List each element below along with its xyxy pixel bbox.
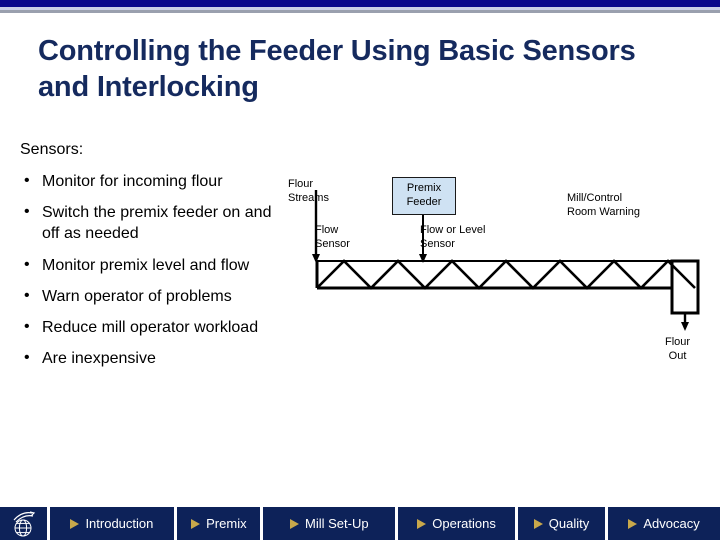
nav-item-label: Quality xyxy=(548,516,590,531)
label-flow-or-level-sensor: Flow or Level Sensor xyxy=(420,224,486,250)
label-flour-out: Flour Out xyxy=(665,336,691,362)
section-heading: Sensors: xyxy=(20,141,84,158)
list-item: Are inexpensive xyxy=(18,347,290,369)
play-arrow-icon xyxy=(191,518,201,529)
premix-feeder-box: Premix Feeder xyxy=(392,177,456,215)
process-diagram: Flour Streams Premix Feeder Flow Sensor … xyxy=(280,168,720,388)
play-arrow-icon xyxy=(628,518,638,529)
play-arrow-icon xyxy=(290,518,299,529)
list-item: Switch the premix feeder on and off as n… xyxy=(18,201,290,244)
nav-item-label: Introduction xyxy=(85,516,154,531)
nav-item-introduction[interactable]: Introduction xyxy=(49,507,175,540)
flour-out-arrowhead xyxy=(681,322,689,331)
play-arrow-icon xyxy=(417,518,427,529)
label-mill-control-room-warning: Mill/Control Room Warning xyxy=(567,192,640,218)
list-item: Monitor premix level and flow xyxy=(18,254,290,276)
premix-feeder-line2: Feeder xyxy=(406,196,442,208)
nav-item-label: Advocacy xyxy=(643,516,700,531)
nav-item-premix[interactable]: Premix xyxy=(177,507,261,540)
globe-comet-icon[interactable] xyxy=(0,507,47,540)
nav-item-label: Mill Set-Up xyxy=(305,516,369,531)
nav-item-label: Operations xyxy=(432,516,496,531)
bullet-list: Monitor for incoming flour Switch the pr… xyxy=(18,170,290,369)
nav-item-label: Premix xyxy=(206,516,247,531)
list-item: Reduce mill operator workload xyxy=(18,316,290,338)
top-accent-bar-navy xyxy=(0,0,720,7)
conveyor-truss xyxy=(315,259,698,290)
list-item: Monitor for incoming flour xyxy=(18,170,290,192)
premix-feeder-line1: Premix xyxy=(406,182,442,195)
play-arrow-icon xyxy=(70,518,80,529)
bottom-navigation-bar: Introduction Premix Mill Set-Up Operatio… xyxy=(0,507,720,540)
nav-item-mill-set-up[interactable]: Mill Set-Up xyxy=(263,507,396,540)
content-column: Sensors: Monitor for incoming flour Swit… xyxy=(18,140,290,379)
list-item: Warn operator of problems xyxy=(18,285,290,307)
page-title: Controlling the Feeder Using Basic Senso… xyxy=(38,35,636,103)
nav-item-advocacy[interactable]: Advocacy xyxy=(608,507,720,540)
globe-comet-icon-glyph xyxy=(13,510,36,536)
play-arrow-icon xyxy=(533,518,543,529)
nav-item-quality[interactable]: Quality xyxy=(517,507,606,540)
nav-item-operations[interactable]: Operations xyxy=(398,507,515,540)
top-accent-bar-gray xyxy=(0,10,720,13)
label-flour-streams: Flour Streams xyxy=(288,178,329,204)
label-flow-sensor: Flow Sensor xyxy=(315,224,350,250)
diagram-canvas xyxy=(312,190,700,331)
